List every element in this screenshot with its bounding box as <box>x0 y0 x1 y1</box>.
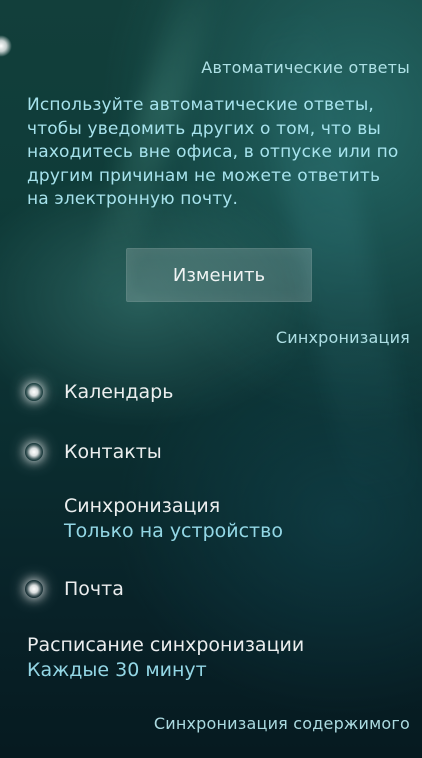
sync-schedule-value: Каждые 30 минут <box>27 659 207 681</box>
pulley-menu-indicator <box>0 35 12 57</box>
contacts-sync-mode-label: Синхронизация <box>64 495 221 517</box>
calendar-sync-switch[interactable]: Календарь <box>0 370 422 414</box>
switch-indicator-icon <box>25 383 43 401</box>
switch-indicator-icon <box>25 443 43 461</box>
auto-replies-header: Автоматические ответы <box>201 58 410 77</box>
sync-section-header: Синхронизация <box>275 328 410 347</box>
sync-schedule-label: Расписание синхронизации <box>27 634 305 656</box>
contacts-sync-mode-value: Только на устройство <box>64 520 283 542</box>
calendar-sync-label: Календарь <box>64 381 174 403</box>
contacts-sync-label: Контакты <box>64 441 162 463</box>
mail-sync-label: Почта <box>64 578 124 600</box>
auto-replies-description: Используйте автоматические ответы, чтобы… <box>27 95 399 209</box>
switch-indicator-icon <box>25 580 43 598</box>
mail-sync-switch[interactable]: Почта <box>0 567 422 611</box>
edit-auto-replies-button[interactable]: Изменить <box>126 248 312 302</box>
contacts-sync-switch[interactable]: Контакты <box>0 430 422 474</box>
sync-schedule-combobox[interactable]: Расписание синхронизации Каждые 30 минут <box>27 633 304 684</box>
contacts-sync-mode-combobox[interactable]: Синхронизация Только на устройство <box>64 494 283 545</box>
content-sync-header: Синхронизация содержимого <box>153 714 410 733</box>
